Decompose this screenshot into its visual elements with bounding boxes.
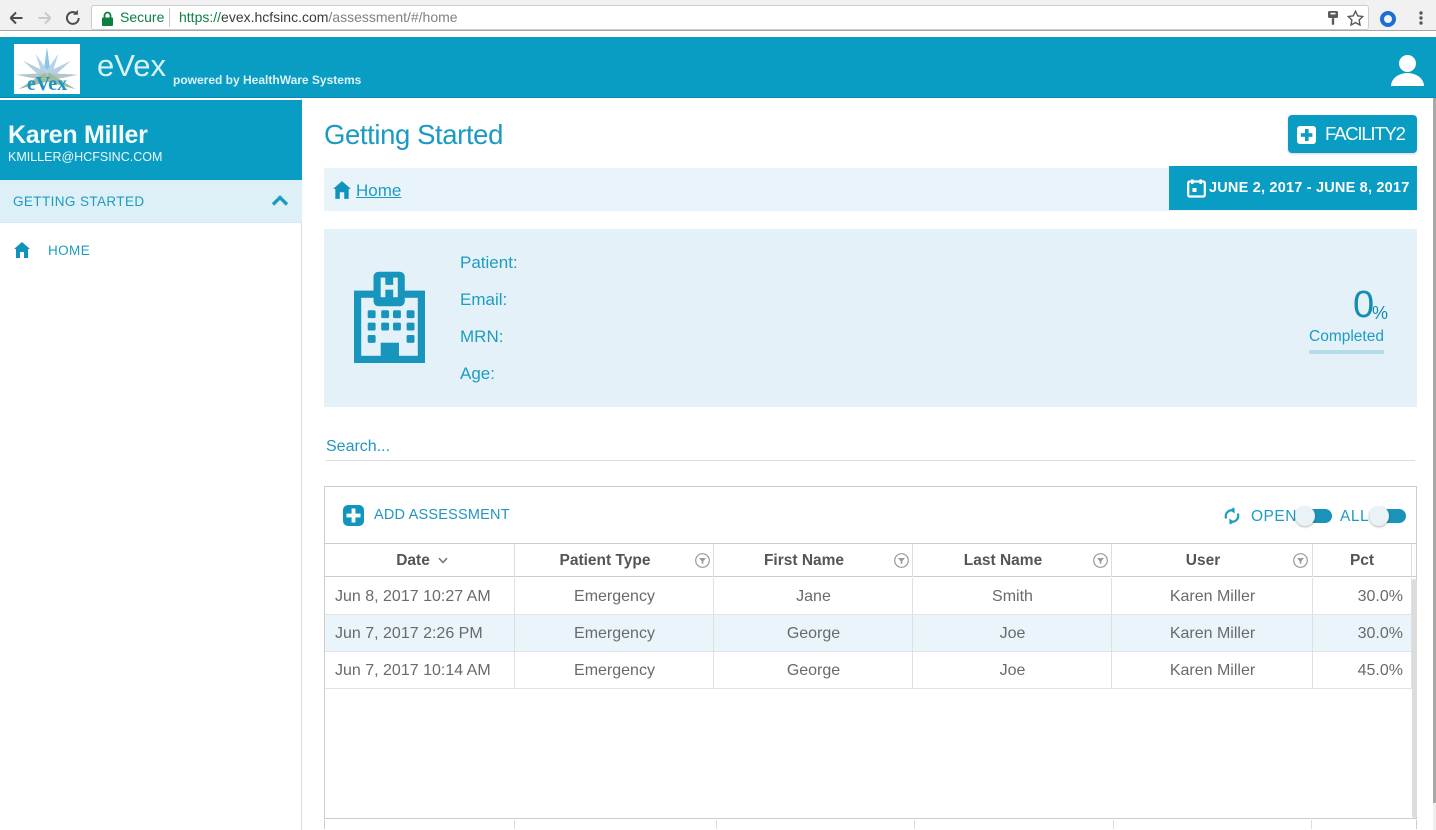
svg-text:eVex: eVex	[27, 73, 67, 94]
